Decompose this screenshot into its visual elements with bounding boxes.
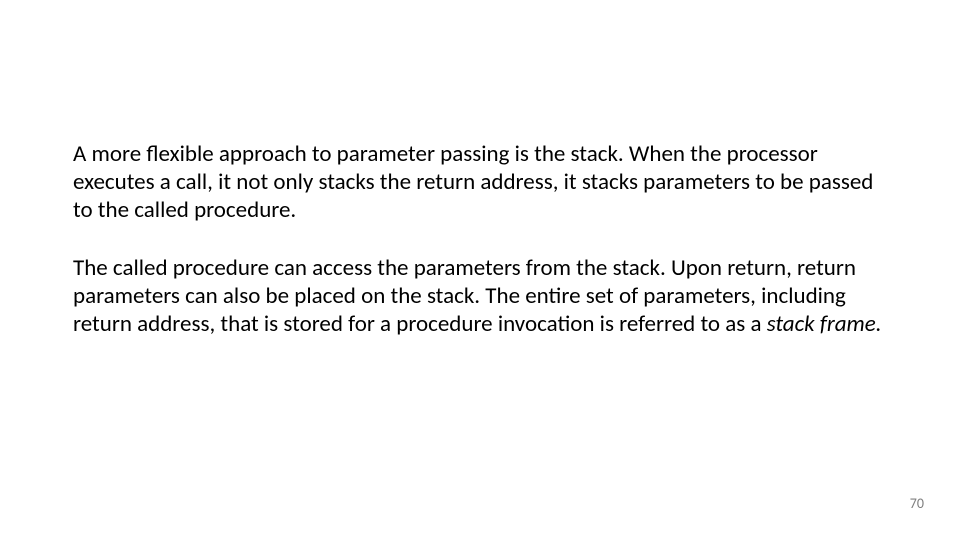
paragraph-2: The called procedure can access the para… [73,254,893,338]
slide: A more flexible approach to parameter pa… [0,0,960,540]
paragraph-1-text: A more flexible approach to parameter pa… [73,140,873,224]
page-number: 70 [910,495,924,512]
paragraph-1: A more flexible approach to parameter pa… [73,140,893,224]
paragraph-2-italic: stack frame. [767,310,882,338]
paragraph-2-pre: The called procedure can access the para… [73,254,856,338]
body-text: A more flexible approach to parameter pa… [73,140,893,368]
